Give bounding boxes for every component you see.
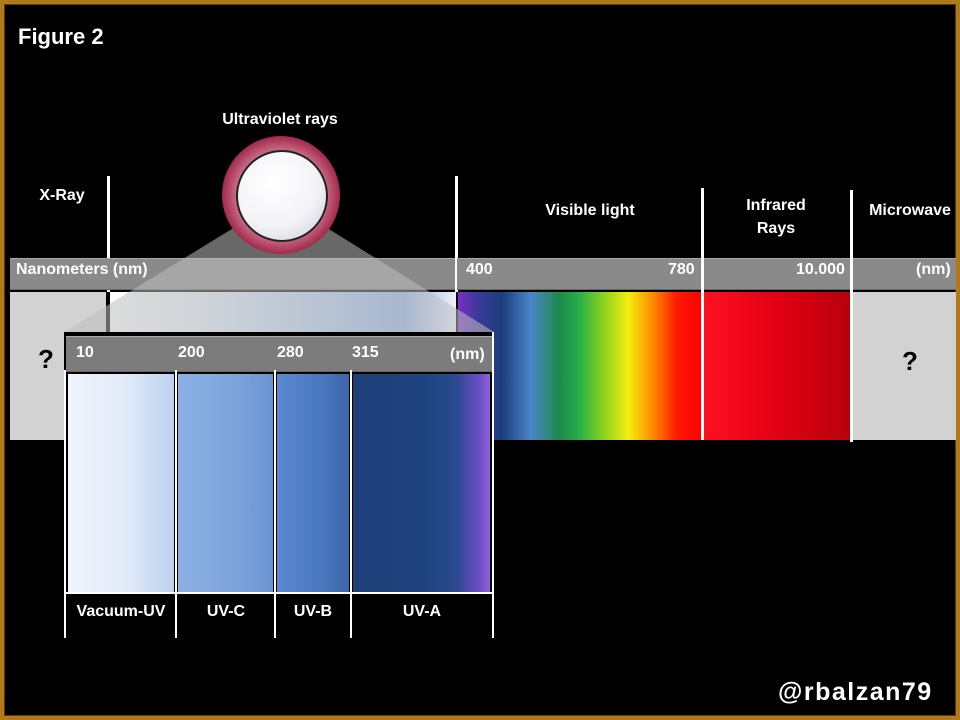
label-uv-b: UV-B [293,603,333,620]
label-uv-c: UV-C [206,603,246,620]
band-uv-c [178,374,273,592]
uv-tick-280: 280 [277,344,304,361]
watermark: @rbalzan79 [778,678,933,706]
label-uv-a: UV-A [402,603,442,620]
uv-tick-315: 315 [352,344,379,361]
band-uv-b [277,374,349,592]
uv-divider-200 [175,370,177,638]
magnifier-glass [236,150,328,242]
uv-divider-left [64,370,66,638]
magnifier-lens [222,136,340,254]
uv-tick-10: 10 [76,344,94,361]
figure-frame: Figure 2 X-Ray Ultraviolet rays Visible … [0,0,960,720]
band-vacuum-uv [68,374,174,592]
uv-divider-280 [274,370,276,638]
uv-tick-200: 200 [178,344,205,361]
uv-divider-315 [350,370,352,638]
uv-detail-unit: (nm) [450,346,485,363]
band-uv-a [353,374,490,592]
label-vacuum-uv: Vacuum-UV [76,603,166,620]
uv-band-baseline [64,592,494,594]
